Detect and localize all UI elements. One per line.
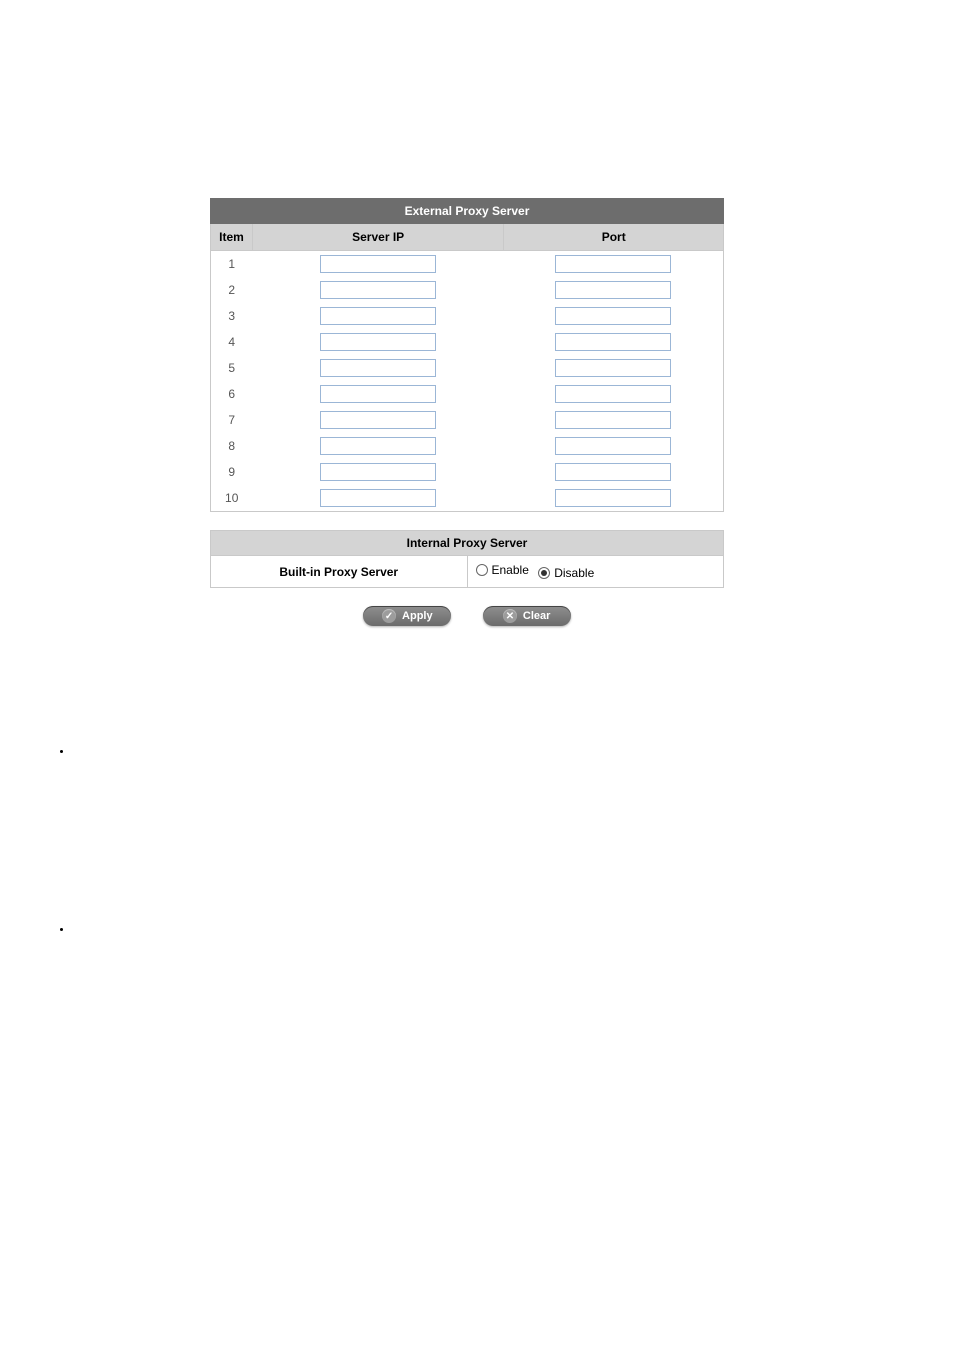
row-index: 10: [211, 485, 253, 512]
server-ip-cell: [252, 251, 503, 278]
row-index: 3: [211, 303, 253, 329]
server-ip-input[interactable]: [320, 411, 436, 429]
proxy-config-panel: External Proxy Server Item Server IP Por…: [210, 198, 724, 626]
internal-proxy-table: Internal Proxy Server Built-in Proxy Ser…: [210, 530, 724, 588]
check-icon: ✓: [382, 609, 396, 623]
table-row: 5: [211, 355, 724, 381]
server-ip-cell: [252, 303, 503, 329]
server-ip-input[interactable]: [320, 281, 436, 299]
port-input[interactable]: [555, 333, 671, 351]
port-cell: [504, 381, 724, 407]
port-input[interactable]: [555, 437, 671, 455]
x-icon: ✕: [503, 609, 517, 623]
internal-proxy-title: Internal Proxy Server: [211, 531, 724, 556]
table-row: 1: [211, 251, 724, 278]
table-row: 3: [211, 303, 724, 329]
row-index: 9: [211, 459, 253, 485]
server-ip-input[interactable]: [320, 385, 436, 403]
port-input[interactable]: [555, 307, 671, 325]
port-cell: [504, 485, 724, 512]
clear-button-label: Clear: [523, 610, 551, 622]
server-ip-input[interactable]: [320, 437, 436, 455]
server-ip-input[interactable]: [320, 307, 436, 325]
table-row: 4: [211, 329, 724, 355]
server-ip-cell: [252, 433, 503, 459]
row-index: 5: [211, 355, 253, 381]
table-row: 7: [211, 407, 724, 433]
table-row: 8: [211, 433, 724, 459]
port-cell: [504, 407, 724, 433]
port-cell: [504, 355, 724, 381]
radio-enable-label: Enable: [492, 563, 529, 577]
builtin-proxy-label: Built-in Proxy Server: [211, 556, 468, 588]
col-item: Item: [211, 224, 253, 251]
row-index: 2: [211, 277, 253, 303]
server-ip-input[interactable]: [320, 255, 436, 273]
port-input[interactable]: [555, 359, 671, 377]
server-ip-cell: [252, 277, 503, 303]
apply-button[interactable]: ✓ Apply: [363, 606, 451, 626]
port-input[interactable]: [555, 255, 671, 273]
row-index: 1: [211, 251, 253, 278]
builtin-proxy-options: Enable Disable: [467, 556, 724, 588]
row-index: 4: [211, 329, 253, 355]
col-server-ip: Server IP: [252, 224, 503, 251]
port-input[interactable]: [555, 411, 671, 429]
port-input[interactable]: [555, 385, 671, 403]
port-cell: [504, 433, 724, 459]
port-cell: [504, 251, 724, 278]
row-index: 8: [211, 433, 253, 459]
button-row: ✓ Apply ✕ Clear: [210, 606, 724, 626]
port-input[interactable]: [555, 281, 671, 299]
radio-disable[interactable]: Disable: [538, 566, 594, 580]
port-cell: [504, 459, 724, 485]
port-cell: [504, 303, 724, 329]
port-input[interactable]: [555, 489, 671, 507]
radio-disable-circle: [538, 567, 550, 579]
radio-enable[interactable]: Enable: [476, 563, 529, 577]
table-row: 10: [211, 485, 724, 512]
server-ip-input[interactable]: [320, 489, 436, 507]
server-ip-input[interactable]: [320, 333, 436, 351]
port-cell: [504, 329, 724, 355]
table-row: 2: [211, 277, 724, 303]
server-ip-cell: [252, 485, 503, 512]
server-ip-cell: [252, 381, 503, 407]
server-ip-input[interactable]: [320, 463, 436, 481]
server-ip-cell: [252, 329, 503, 355]
port-input[interactable]: [555, 463, 671, 481]
server-ip-cell: [252, 407, 503, 433]
server-ip-cell: [252, 355, 503, 381]
row-index: 6: [211, 381, 253, 407]
external-proxy-title: External Proxy Server: [211, 199, 724, 224]
radio-enable-circle: [476, 564, 488, 576]
external-proxy-table: External Proxy Server Item Server IP Por…: [210, 198, 724, 512]
col-port: Port: [504, 224, 724, 251]
port-cell: [504, 277, 724, 303]
server-ip-cell: [252, 459, 503, 485]
table-row: 9: [211, 459, 724, 485]
row-index: 7: [211, 407, 253, 433]
clear-button[interactable]: ✕ Clear: [483, 606, 571, 626]
radio-disable-label: Disable: [554, 566, 594, 580]
server-ip-input[interactable]: [320, 359, 436, 377]
table-row: 6: [211, 381, 724, 407]
apply-button-label: Apply: [402, 610, 433, 622]
